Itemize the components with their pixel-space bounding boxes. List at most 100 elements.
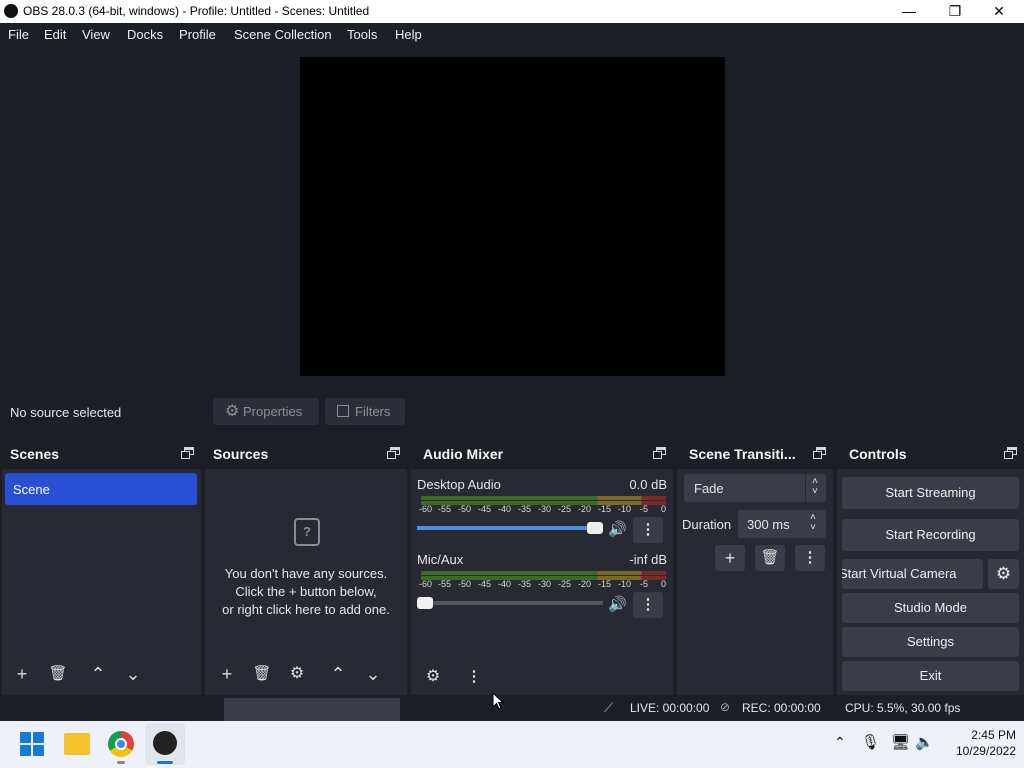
mic-aux-meter [421,571,666,575]
mic-aux-slider[interactable] [417,597,603,609]
obs-active-indicator [157,761,173,764]
speaker-icon[interactable]: 🔊 [608,595,627,613]
preview-canvas[interactable] [300,57,725,376]
add-source-button[interactable]: + [212,661,242,687]
start-recording-button[interactable]: Start Recording [842,519,1019,551]
add-transition-button[interactable]: + [715,545,745,571]
advanced-audio-settings-button[interactable]: ⚙ [418,664,448,690]
microphone-icon[interactable]: 🎙 [861,733,880,751]
chrome-icon[interactable] [108,731,134,757]
obs-logo-icon [4,4,18,18]
filter-icon [337,405,349,417]
clock-time: 2:45 PM [971,728,1016,742]
filters-button[interactable]: Filters [325,398,405,425]
menu-tools[interactable]: Tools [347,27,377,42]
network-icon[interactable]: 🖥 [891,733,910,751]
duration-spinbox[interactable]: 300 ms ˄ ˅ [738,510,826,538]
chevron-up-down-icon: ˄ ˅ [812,476,818,497]
scene-item-label: Scene [13,482,50,497]
desktop-audio-label: Desktop Audio [417,477,501,492]
undock-icon[interactable] [653,447,667,459]
properties-button[interactable]: ⚙ Properties [213,398,319,425]
chrome-running-indicator [117,761,125,764]
exit-button[interactable]: Exit [842,661,1019,691]
windows-start-icon[interactable] [20,732,46,758]
obs-taskbar-item[interactable] [145,723,185,765]
mic-aux-slider-handle[interactable] [417,597,433,609]
transition-select[interactable]: Fade ˄ ˅ [684,474,826,502]
maximize-button[interactable]: ❐ [932,0,978,23]
desktop-audio-menu-button[interactable]: ⋮ [633,517,663,543]
clock[interactable]: 2:45 PM 10/29/2022 [942,727,1016,759]
controls-header: Controls [837,438,1024,469]
desktop-audio-meter [421,496,666,500]
source-properties-button[interactable]: ⚙ [282,661,312,687]
close-button[interactable]: ✕ [976,0,1022,23]
obs-icon [153,731,177,755]
status-bar: ⟋ LIVE: 00:00:00 ⊘ REC: 00:00:00 CPU: 5.… [0,695,1024,721]
move-source-down-button[interactable]: ⌄ [358,661,388,687]
transition-menu-button[interactable]: ⋮ [795,545,825,571]
menu-help[interactable]: Help [395,27,422,42]
undock-icon[interactable] [1004,447,1018,459]
menu-bar: File Edit View Docks Profile Scene Colle… [0,23,1024,47]
desktop-audio-ticks: -60 -55 -50 -45 -40 -35 -30 -25 -20 -15 -10 -5 0 [419,504,667,514]
desktop-audio-slider-handle[interactable] [587,522,603,534]
mic-aux-label: Mic/Aux [417,552,464,567]
start-virtual-camera-button[interactable]: Start Virtual Camera [842,559,983,589]
desktop-audio-slider-fill [417,526,587,530]
empty-line-1: You don't have any sources. [224,566,388,581]
chevron-up-icon[interactable]: ⌃ [834,734,846,751]
duration-label: Duration [682,517,732,532]
menu-profile[interactable]: Profile [179,27,216,42]
empty-line-3: or right click here to add one. [222,602,390,617]
audio-mixer-title: Audio Mixer [423,446,504,462]
virtual-camera-settings-button[interactable]: ⚙ [988,559,1019,589]
menu-docks[interactable]: Docks [127,27,163,42]
remove-scene-button[interactable]: 🗑 [43,661,73,687]
audio-mixer-menu-button[interactable]: ⋮ [459,664,489,690]
move-scene-down-button[interactable]: ⌄ [118,661,148,687]
file-explorer-icon[interactable] [64,733,90,755]
remove-source-button[interactable]: 🗑 [247,661,277,687]
minimize-button[interactable]: — [886,0,932,23]
record-icon: ⊘ [720,700,731,714]
move-scene-up-button[interactable]: ⌃ [83,661,113,687]
sources-list[interactable]: ? You don't have any sources. Click the … [205,469,407,695]
gear-icon: ⚙ [225,403,240,420]
audio-mixer-dock: Audio Mixer Desktop Audio 0.0 dB -60 -55-… [411,438,673,695]
speaker-icon[interactable]: 🔊 [608,520,627,538]
menu-view[interactable]: View [82,27,110,42]
window-title: OBS 28.0.3 (64-bit, windows) - Profile: … [23,4,370,18]
status-bar-scroll [224,698,400,721]
undock-icon[interactable] [813,447,827,459]
spin-arrows-icon[interactable]: ˄ ˅ [810,513,816,533]
mic-aux-level: -inf dB [629,552,667,567]
start-streaming-button[interactable]: Start Streaming [842,477,1019,509]
mic-aux-ticks: -60 -55 -50 -45 -40 -35 -30 -25 -20 -15 -10 -5 0 [419,579,667,589]
move-source-up-button[interactable]: ⌃ [323,661,353,687]
undock-icon[interactable] [387,447,401,459]
scenes-list: Scene + 🗑 ⌃ ⌄ [2,469,201,695]
windows-taskbar: ⌃ 🎙 🖥 🔈 2:45 PM 10/29/2022 [0,721,1024,768]
menu-file[interactable]: File [8,27,29,42]
desktop-audio-slider[interactable] [417,522,603,534]
scene-item[interactable]: Scene [5,473,197,505]
scene-transitions-dock: Scene Transiti... Fade ˄ ˅ Duration 300 m… [677,438,833,695]
volume-icon[interactable]: 🔈 [915,733,934,751]
source-status: No source selected [10,405,122,420]
menu-edit[interactable]: Edit [44,27,66,42]
mic-aux-menu-button[interactable]: ⋮ [633,592,663,618]
remove-transition-button[interactable]: 🗑 [755,545,785,571]
scenes-dock: Scenes Scene + 🗑 ⌃ ⌄ [2,438,201,695]
scene-transitions-header: Scene Transiti... [677,438,833,469]
settings-button[interactable]: Settings [842,627,1019,657]
empty-line-2: Click the + button below, [235,584,377,599]
add-scene-button[interactable]: + [7,661,37,687]
menu-scene-collection[interactable]: Scene Collection [234,27,332,42]
audio-mixer-body: Desktop Audio 0.0 dB -60 -55 -50 -45 -40 -35-… [411,469,673,695]
undock-icon[interactable] [181,447,195,459]
scenes-title: Scenes [10,446,60,462]
sources-dock: Sources ? You don't have any sources. Cl… [205,438,407,695]
studio-mode-button[interactable]: Studio Mode [842,593,1019,623]
